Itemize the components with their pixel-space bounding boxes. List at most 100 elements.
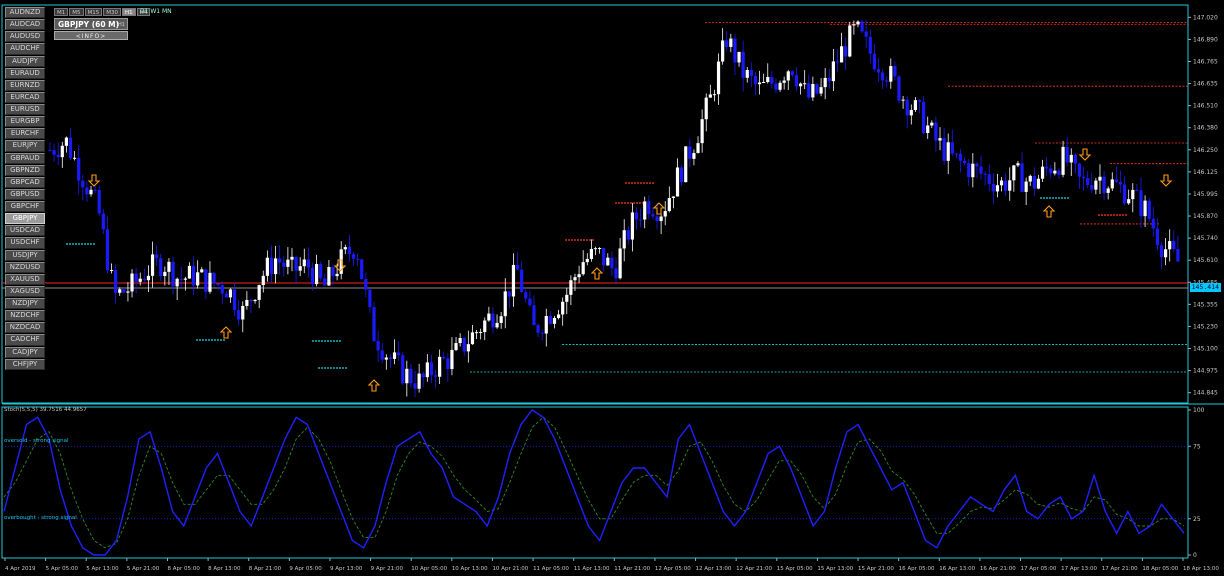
stoch-indicator-label: Stoch(5,5,5) 39.7516 44.9657 <box>4 407 87 413</box>
time-label: 8 Apr 05:00 <box>167 566 200 572</box>
candle-body <box>187 265 192 279</box>
candle-body <box>922 101 926 133</box>
price-label: 144.975 <box>1193 368 1218 375</box>
candle-body <box>60 145 64 158</box>
symbol-button-audnzd[interactable]: AUDNZD <box>5 7 45 19</box>
symbol-button-audchf[interactable]: AUDCHF <box>5 43 45 55</box>
candle-body <box>684 146 688 183</box>
symbol-button-chfjpy[interactable]: CHFJPY <box>5 358 45 370</box>
candle-body <box>273 258 278 275</box>
symbol-button-usdchf[interactable]: USDCHF <box>5 237 45 249</box>
candle-body <box>93 189 97 191</box>
candle-body <box>179 278 183 280</box>
symbol-button-audcad[interactable]: AUDCAD <box>5 19 45 31</box>
candle-body <box>278 258 282 263</box>
symbol-button-nzdcad[interactable]: NZDCAD <box>5 322 45 334</box>
symbol-button-gbpnzd[interactable]: GBPNZD <box>5 164 45 176</box>
candle-body <box>708 94 712 98</box>
candle-body <box>803 83 807 85</box>
candle-body <box>700 119 704 144</box>
candle-body <box>790 71 794 76</box>
symbol-button-cadjpy[interactable]: CADJPY <box>5 346 45 358</box>
symbol-button-gbpjpy[interactable]: GBPJPY <box>5 213 45 225</box>
candle-body <box>425 362 429 378</box>
price-label: 145.870 <box>1193 213 1218 220</box>
symbol-button-eurcad[interactable]: EURCAD <box>5 91 45 104</box>
candle-body <box>413 383 417 389</box>
candle-body <box>606 257 610 266</box>
time-label: 12 Apr 21:00 <box>736 566 772 572</box>
candle-body <box>1110 179 1114 189</box>
candle-body <box>909 110 913 116</box>
symbol-button-gbpchf[interactable]: GBPCHF <box>5 201 45 213</box>
candle-body <box>438 356 442 377</box>
symbol-button-gbpaud[interactable]: GBPAUD <box>5 152 45 164</box>
symbol-button-usdjpy[interactable]: USDJPY <box>5 249 45 261</box>
candle-body <box>1139 190 1143 217</box>
symbol-button-audusd[interactable]: AUDUSD <box>5 31 45 43</box>
candle-body <box>1040 166 1045 179</box>
candle-body <box>442 356 446 359</box>
symbol-button-eurnzd[interactable]: EURNZD <box>5 79 45 91</box>
symbol-button-xauusd[interactable]: XAUUSD <box>5 273 45 285</box>
symbol-button-eurusd[interactable]: EURUSD <box>5 104 45 116</box>
candle-body <box>81 180 85 188</box>
symbol-button-gbpusd[interactable]: GBPUSD <box>5 188 45 201</box>
timeframe-m5[interactable]: M5 <box>69 8 84 16</box>
chart-canvas[interactable]: 147.020 146.890 146.765 146.635 146.510 146.3… <box>0 0 1224 576</box>
candle-body <box>212 272 216 284</box>
symbol-button-nzdjpy[interactable]: NZDJPY <box>5 298 45 310</box>
info-button[interactable]: <INFO> <box>54 31 128 40</box>
candle-body <box>511 264 516 297</box>
candle-body <box>183 278 187 280</box>
candle-body <box>159 258 163 277</box>
candle-body <box>122 289 126 293</box>
candle-body <box>643 201 647 220</box>
symbol-button-eurgbp[interactable]: EURGBP <box>5 116 45 128</box>
candle-body <box>868 36 872 54</box>
symbol-button-audjpy[interactable]: AUDJPY <box>5 55 45 67</box>
candle-body <box>487 313 491 321</box>
candle-body <box>114 270 118 293</box>
candle-body <box>1028 175 1032 182</box>
candle-body <box>1069 154 1073 163</box>
candle-body <box>753 75 758 85</box>
timeframe-m15[interactable]: M15 <box>84 8 103 16</box>
symbol-button-euraud[interactable]: EURAUD <box>5 67 45 79</box>
candle-body <box>1061 146 1065 175</box>
symbol-button-eurjpy[interactable]: EURJPY <box>5 140 45 152</box>
candle-body <box>298 266 302 271</box>
candle-body <box>823 77 827 88</box>
candle-body <box>384 357 388 360</box>
timeframe-h1[interactable]: H1 <box>122 8 136 16</box>
candle-body <box>368 289 372 308</box>
symbol-button-cadchf[interactable]: CADCHF <box>5 334 45 346</box>
candle-body <box>1081 176 1086 179</box>
candle-body <box>1053 170 1057 174</box>
symbol-button-eurchf[interactable]: EURCHF <box>5 128 45 140</box>
candle-body <box>913 100 918 111</box>
candle-body <box>224 293 228 298</box>
timeframe-m1[interactable]: M1 <box>54 8 69 16</box>
candle-body <box>397 352 401 356</box>
candle-body <box>721 40 725 62</box>
candle-body <box>1065 146 1069 163</box>
chart-title-tf: H1 <box>118 22 125 28</box>
symbol-button-xagusd[interactable]: XAGUSD <box>5 285 45 298</box>
candle-body <box>257 285 261 300</box>
candle-body <box>450 349 454 370</box>
candle-body <box>1143 200 1147 217</box>
timeframe-m30[interactable]: M30 <box>103 8 121 16</box>
symbol-button-nzdusd[interactable]: NZDUSD <box>5 261 45 273</box>
symbol-button-nzdchf[interactable]: NZDCHF <box>5 310 45 322</box>
price-label: 145.995 <box>1193 191 1218 198</box>
symbol-button-gbpcad[interactable]: GBPCAD <box>5 176 45 188</box>
candle-body <box>864 31 868 37</box>
candle-body <box>466 344 470 352</box>
candle-body <box>835 61 840 63</box>
time-label: 11 Apr 05:00 <box>533 566 569 572</box>
candle-body <box>762 81 766 83</box>
symbol-button-usdcad[interactable]: USDCAD <box>5 225 45 237</box>
candle-body <box>1086 178 1090 186</box>
candle-body <box>479 332 483 334</box>
